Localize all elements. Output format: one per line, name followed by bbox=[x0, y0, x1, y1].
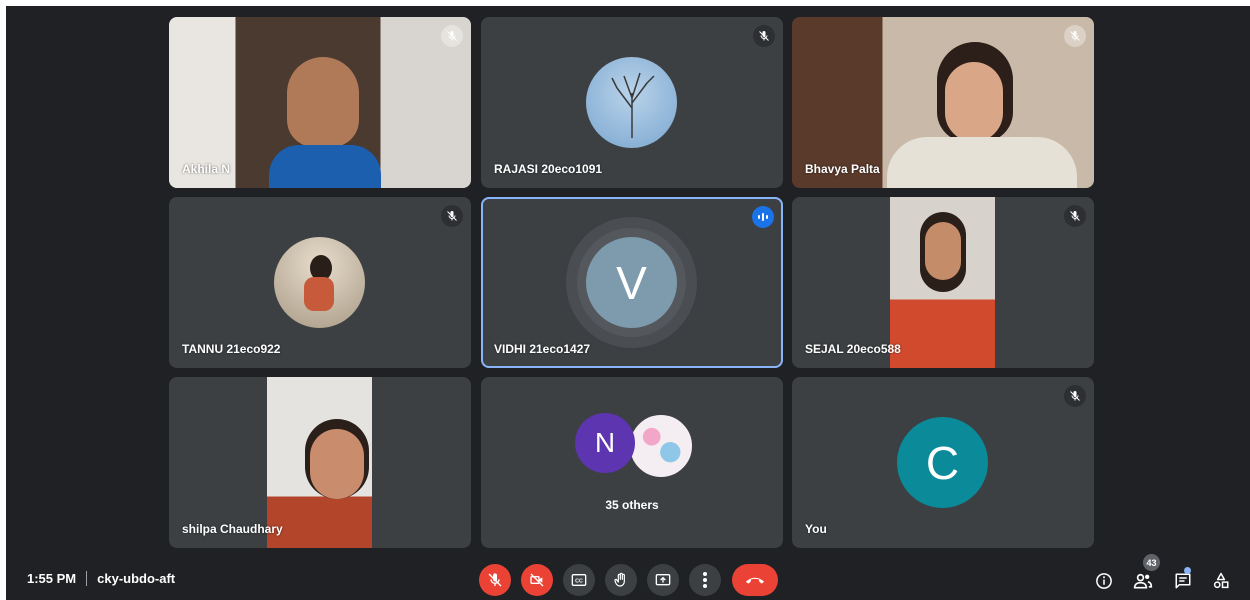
info-icon bbox=[1096, 573, 1112, 589]
chat-button[interactable] bbox=[1171, 569, 1195, 593]
participant-face bbox=[925, 222, 961, 280]
mic-off-icon bbox=[488, 573, 502, 587]
participant-name: TANNU 21eco922 bbox=[182, 342, 281, 356]
participant-name: VIDHI 21eco1427 bbox=[494, 342, 591, 356]
activities-icon bbox=[1213, 572, 1229, 589]
others-tile[interactable]: N 35 others bbox=[481, 377, 783, 548]
activities-button[interactable] bbox=[1209, 569, 1233, 593]
camera-toggle-button[interactable] bbox=[521, 564, 553, 596]
chat-notification-dot bbox=[1184, 567, 1191, 574]
people-icon bbox=[1133, 573, 1153, 589]
more-vert-icon bbox=[703, 572, 707, 588]
microphone-toggle-button[interactable] bbox=[479, 564, 511, 596]
bottom-toolbar: 1:55 PM cky-ubdo-aft CC bbox=[0, 552, 1250, 600]
present-screen-button[interactable] bbox=[647, 564, 679, 596]
divider bbox=[86, 571, 88, 586]
others-count-label: 35 others bbox=[605, 498, 659, 512]
self-tile[interactable]: C You bbox=[792, 377, 1094, 548]
profile-photo bbox=[628, 413, 694, 479]
speaking-indicator-icon bbox=[752, 206, 774, 228]
present-screen-icon bbox=[655, 574, 671, 586]
meeting-details: 1:55 PM cky-ubdo-aft bbox=[27, 571, 175, 586]
mic-off-icon bbox=[1064, 25, 1086, 47]
captions-icon: CC bbox=[571, 574, 587, 586]
participant-name: RAJASI 20eco1091 bbox=[494, 162, 603, 176]
participant-face bbox=[945, 62, 1003, 142]
captions-button[interactable]: CC bbox=[563, 564, 595, 596]
mic-off-icon bbox=[753, 25, 775, 47]
participant-shirt bbox=[269, 145, 381, 188]
mic-off-icon bbox=[1064, 385, 1086, 407]
mic-off-icon bbox=[441, 205, 463, 227]
avatar-initial: N bbox=[594, 427, 616, 458]
avatar: N bbox=[575, 413, 635, 473]
raise-hand-button[interactable] bbox=[605, 564, 637, 596]
participant-tile-rajasi[interactable]: RAJASI 20eco1091 bbox=[481, 17, 783, 188]
meeting-info-button[interactable] bbox=[1092, 569, 1116, 593]
hang-up-icon bbox=[745, 577, 765, 584]
more-options-button[interactable] bbox=[689, 564, 721, 596]
avatar-initial: V bbox=[616, 256, 647, 309]
meeting-time: 1:55 PM bbox=[27, 571, 77, 586]
people-button[interactable] bbox=[1131, 569, 1155, 593]
participant-name: SEJAL 20eco588 bbox=[805, 342, 901, 356]
profile-photo bbox=[274, 237, 365, 328]
participant-tile-tannu[interactable]: TANNU 21eco922 bbox=[169, 197, 471, 368]
participant-name: shilpa Chaudhary bbox=[182, 522, 283, 536]
participant-tile-sejal[interactable]: SEJAL 20eco588 bbox=[792, 197, 1094, 368]
participant-name: Akhila N bbox=[182, 162, 231, 176]
participant-shirt bbox=[887, 137, 1077, 188]
mic-off-icon bbox=[441, 25, 463, 47]
mic-off-icon bbox=[1064, 205, 1086, 227]
avatar: C bbox=[897, 417, 988, 508]
participant-face bbox=[287, 57, 359, 147]
avatar-initial: C bbox=[925, 436, 960, 489]
participant-name: You bbox=[805, 522, 827, 536]
avatar: V bbox=[586, 237, 677, 328]
participant-tile-shilpa[interactable]: shilpa Chaudhary bbox=[169, 377, 471, 548]
hand-icon bbox=[614, 572, 625, 587]
participant-tile-akhila[interactable]: Akhila N bbox=[169, 17, 471, 188]
people-count-badge: 43 bbox=[1143, 554, 1160, 571]
participant-tile-vidhi[interactable]: V VIDHI 21eco1427 bbox=[481, 197, 783, 368]
camera-off-icon bbox=[530, 573, 544, 587]
participant-face bbox=[310, 429, 364, 499]
leave-call-button[interactable] bbox=[732, 564, 778, 596]
meeting-code: cky-ubdo-aft bbox=[97, 571, 176, 586]
participant-name: Bhavya Palta bbox=[805, 162, 880, 176]
svg-text:CC: CC bbox=[575, 579, 583, 585]
participant-tile-bhavya[interactable]: Bhavya Palta bbox=[792, 17, 1094, 188]
chat-icon bbox=[1175, 573, 1191, 589]
profile-photo bbox=[586, 57, 677, 148]
